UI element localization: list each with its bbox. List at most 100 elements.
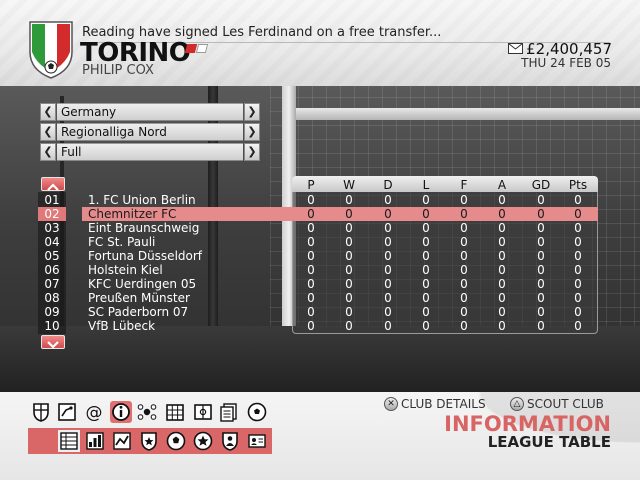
at-mail-icon[interactable]: @ (83, 401, 105, 423)
stat-cell: 0 (307, 249, 315, 263)
star-ball-icon[interactable] (192, 430, 214, 452)
stat-cell: 0 (307, 207, 315, 221)
stat-cell: 0 (384, 263, 392, 277)
scroll-up-button[interactable] (41, 177, 65, 191)
team-name[interactable]: 1. FC Union Berlin (88, 193, 288, 207)
line-graph-icon[interactable] (111, 430, 133, 452)
column-header: GD (531, 178, 551, 192)
stat-cell: 0 (384, 277, 392, 291)
stat-cell: 0 (574, 263, 582, 277)
stat-cell: 0 (422, 221, 430, 235)
stat-cell: 0 (307, 193, 315, 207)
stat-cell: 0 (345, 221, 353, 235)
scout-club-button[interactable]: SCOUT CLUB (527, 396, 604, 412)
team-name[interactable]: KFC Uerdingen 05 (88, 277, 288, 291)
stat-cell: 0 (307, 291, 315, 305)
column-header: A (497, 178, 507, 192)
chevron-right-icon[interactable]: ❯ (244, 123, 260, 141)
stat-cell: 0 (345, 319, 353, 333)
stat-cell: 0 (537, 235, 545, 249)
stat-cell: 0 (345, 207, 353, 221)
team-name[interactable]: Holstein Kiel (88, 263, 288, 277)
league-selector[interactable]: ❮ Regionalliga Nord ❯ (40, 123, 260, 141)
stat-cell: 0 (498, 305, 506, 319)
country-selector[interactable]: ❮ Germany ❯ (40, 103, 260, 121)
position-cell: 06 (44, 263, 60, 277)
column-header: F (460, 178, 468, 192)
stat-cell: 0 (422, 235, 430, 249)
documents-icon[interactable] (218, 401, 240, 423)
chevron-left-icon[interactable]: ❮ (40, 123, 56, 141)
calendar-grid-icon[interactable] (164, 401, 186, 423)
ball-network-icon[interactable] (136, 401, 158, 423)
triangle-button-icon: △ (510, 397, 524, 411)
chevron-left-icon[interactable]: ❮ (40, 103, 56, 121)
team-name[interactable]: VfB Lübeck (88, 319, 288, 333)
stat-cell: 0 (307, 277, 315, 291)
stat-cell: 0 (574, 291, 582, 305)
team-name[interactable]: FC St. Pauli (88, 235, 288, 249)
position-cell: 03 (44, 221, 60, 235)
position-cell: 02 (38, 207, 66, 221)
stat-cell: 0 (460, 277, 468, 291)
stat-cell: 0 (537, 193, 545, 207)
stat-cell: 0 (537, 263, 545, 277)
football-icon[interactable] (246, 401, 268, 423)
column-header: W (343, 178, 355, 192)
position-cell: 09 (44, 305, 60, 319)
goal-crossbar (282, 108, 640, 120)
stat-cell: 0 (307, 221, 315, 235)
stat-cell: 0 (574, 277, 582, 291)
view-selector[interactable]: ❮ Full ❯ (40, 143, 260, 161)
stat-cell: 0 (574, 207, 582, 221)
stat-cell: 0 (460, 305, 468, 319)
chevron-left-icon[interactable]: ❮ (40, 143, 56, 161)
stat-cell: 0 (307, 305, 315, 319)
tactics-board-icon[interactable] (56, 401, 78, 423)
club-details-button[interactable]: CLUB DETAILS (401, 396, 486, 412)
id-card-icon[interactable] (246, 430, 268, 452)
stat-cell: 0 (498, 291, 506, 305)
stat-cell: 0 (498, 319, 506, 333)
league-value: Regionalliga Nord (57, 123, 243, 141)
team-name[interactable]: SC Paderborn 07 (88, 305, 288, 319)
stat-cell: 0 (537, 319, 545, 333)
team-name[interactable]: Preußen Münster (88, 291, 288, 305)
stat-cell: 0 (384, 221, 392, 235)
stat-cell: 0 (498, 235, 506, 249)
stat-cell: 0 (422, 291, 430, 305)
stat-cell: 0 (498, 263, 506, 277)
team-name[interactable]: Chemnitzer FC (88, 207, 288, 221)
stat-cell: 0 (422, 305, 430, 319)
column-header: D (383, 178, 393, 192)
stat-cell: 0 (460, 207, 468, 221)
screen-subtitle: LEAGUE TABLE (487, 433, 611, 451)
game-date: THU 24 FEB 05 (521, 56, 611, 70)
stat-cell: 0 (574, 319, 582, 333)
shield-star-icon[interactable] (138, 430, 160, 452)
league-table-icon[interactable] (58, 430, 80, 452)
chevron-right-icon[interactable]: ❯ (244, 143, 260, 161)
club-crest-icon (29, 21, 73, 79)
scroll-down-button[interactable] (41, 335, 65, 349)
stat-cell: 0 (345, 263, 353, 277)
chevron-right-icon[interactable]: ❯ (244, 103, 260, 121)
pitch-icon[interactable] (192, 401, 214, 423)
ball-icon[interactable] (165, 430, 187, 452)
info-icon[interactable] (110, 401, 132, 423)
stat-cell: 0 (384, 249, 392, 263)
stat-cell: 0 (537, 207, 545, 221)
team-name[interactable]: Eint Braunschweig (88, 221, 288, 235)
shield-person-icon[interactable] (219, 430, 241, 452)
stat-cell: 0 (384, 235, 392, 249)
stat-cell: 0 (537, 305, 545, 319)
stat-cell: 0 (574, 249, 582, 263)
team-name[interactable]: Fortuna Düsseldorf (88, 249, 288, 263)
bar-stats-icon[interactable] (84, 430, 106, 452)
stat-cell: 0 (498, 207, 506, 221)
shield-icon[interactable] (30, 401, 52, 423)
stat-cell: 0 (384, 305, 392, 319)
stat-cell: 0 (384, 319, 392, 333)
stat-cell: 0 (537, 249, 545, 263)
stat-cell: 0 (422, 207, 430, 221)
